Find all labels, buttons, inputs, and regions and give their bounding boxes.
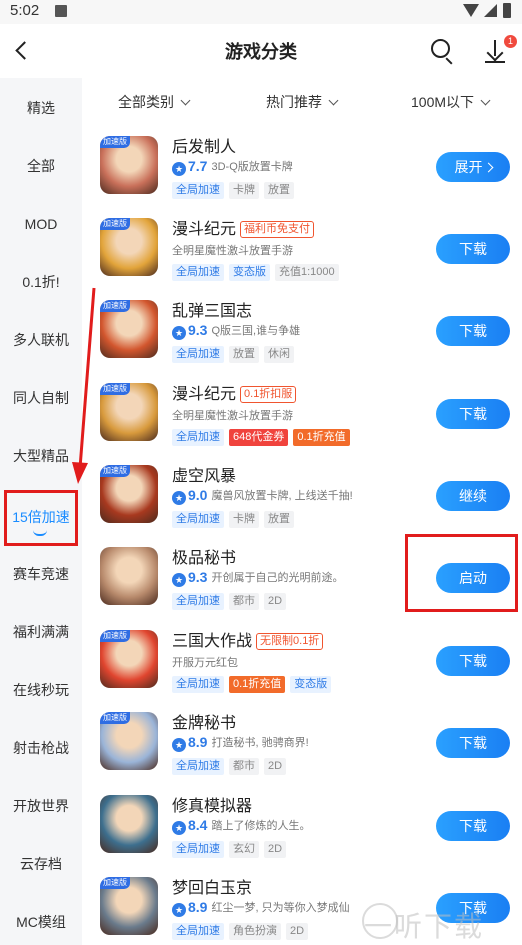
annotation-arrow: [72, 287, 96, 484]
watermark: 一听下载: [364, 911, 485, 942]
